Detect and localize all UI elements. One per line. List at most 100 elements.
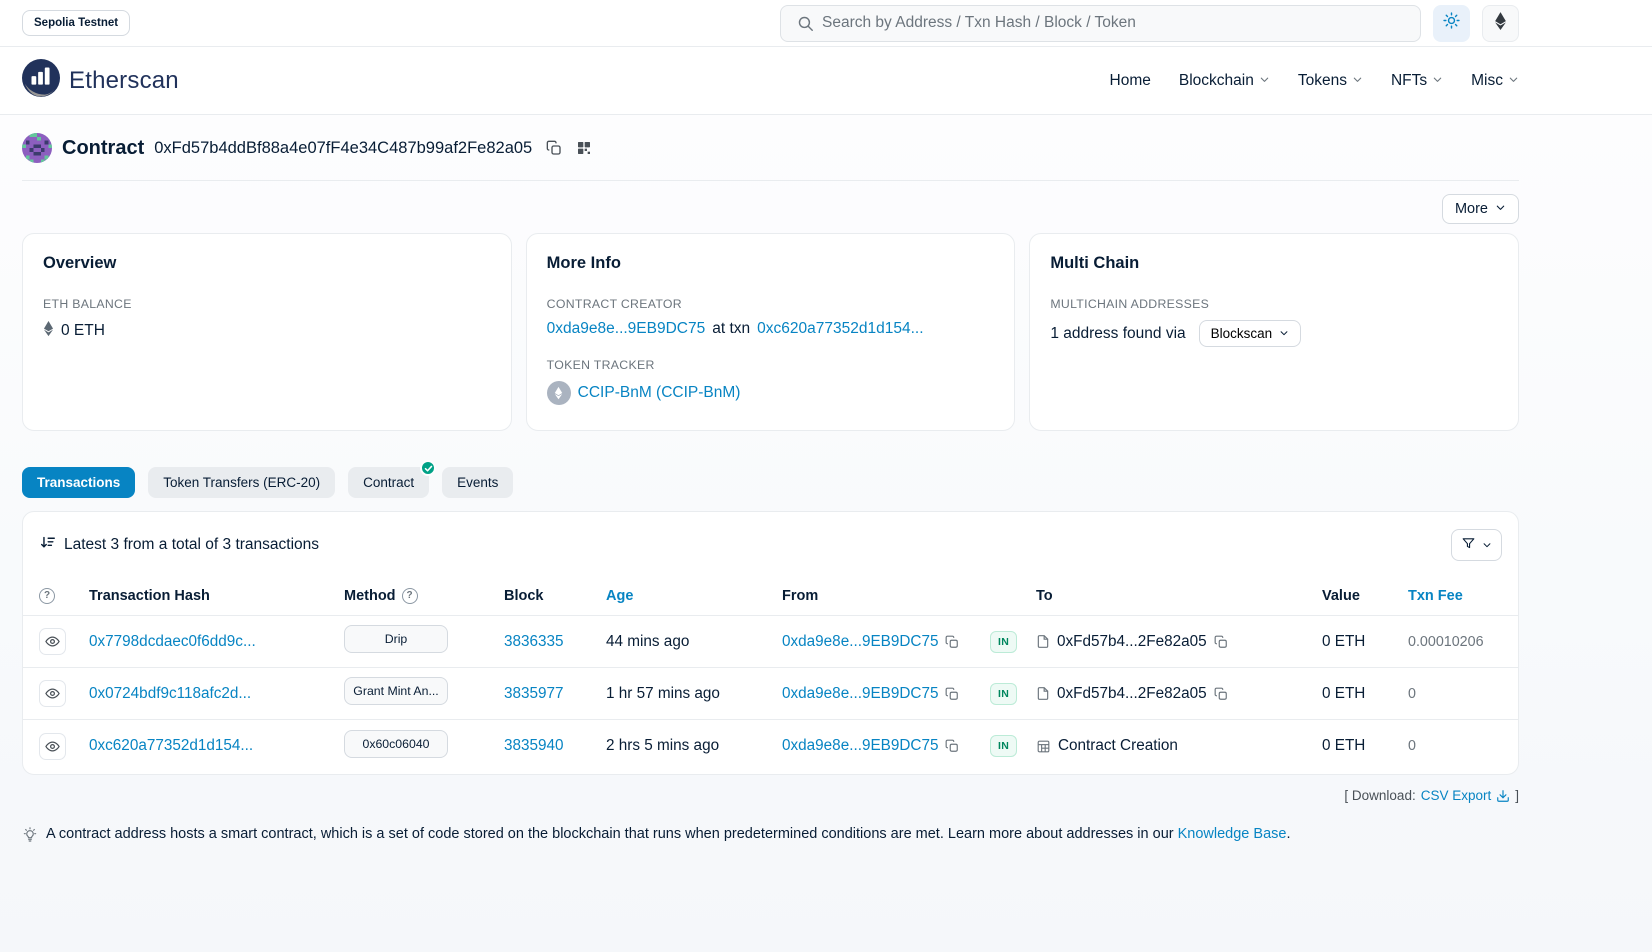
nav-blockchain[interactable]: Blockchain [1179, 72, 1270, 90]
download-icon[interactable] [1496, 789, 1510, 803]
creation-txn-link[interactable]: 0xc620a77352d1d154... [757, 320, 923, 338]
at-txn-text: at txn [712, 320, 750, 338]
download-suffix: ] [1515, 788, 1519, 803]
lightbulb-icon [22, 827, 38, 843]
col-method: Method [344, 588, 396, 604]
chevron-down-icon [1432, 72, 1443, 90]
tab-bar: Transactions Token Transfers (ERC-20) Co… [22, 467, 1519, 498]
col-age-sort[interactable]: Age [606, 588, 782, 604]
tab-contract[interactable]: Contract [348, 467, 429, 498]
knowledge-base-link[interactable]: Knowledge Base [1178, 826, 1287, 842]
txn-hash-link[interactable]: 0xc620a77352d1d154... [89, 737, 253, 754]
preview-eye-button[interactable] [39, 733, 66, 760]
preview-eye-button[interactable] [39, 628, 66, 655]
from-address-link[interactable]: 0xda9e8e...9EB9DC75 [782, 685, 938, 703]
page-content: Contract 0xFd57b4ddBf88a4e07fF4e34C487b9… [0, 115, 1652, 952]
contract-identicon [22, 133, 52, 163]
token-tracker-label: TOKEN TRACKER [547, 358, 995, 372]
col-transaction-hash: Transaction Hash [89, 588, 344, 604]
txn-hash-link[interactable]: 0x0724bdf9c118afc2d... [89, 685, 251, 702]
direction-badge: IN [990, 631, 1017, 653]
tab-events[interactable]: Events [442, 467, 513, 498]
preview-eye-button[interactable] [39, 680, 66, 707]
block-link[interactable]: 3836335 [504, 633, 564, 650]
help-icon[interactable]: ? [402, 588, 418, 604]
ethereum-icon [1494, 11, 1507, 36]
help-icon[interactable]: ? [39, 588, 55, 604]
chevron-down-icon [1495, 201, 1506, 217]
chevron-down-icon [1279, 326, 1289, 341]
more-button[interactable]: More [1442, 194, 1519, 224]
age-cell: 2 hrs 5 mins ago [606, 737, 782, 755]
chevron-down-icon [1259, 72, 1270, 90]
value-cell: 0 ETH [1322, 737, 1408, 755]
document-icon [1036, 686, 1050, 701]
contract-note: A contract address hosts a smart contrac… [22, 826, 1519, 843]
header-divider [22, 180, 1519, 181]
search-bar[interactable] [780, 5, 1421, 42]
copy-icon[interactable] [945, 687, 959, 701]
block-link[interactable]: 3835977 [504, 685, 564, 702]
sun-icon [1443, 12, 1460, 34]
multichain-addresses-label: MULTICHAIN ADDRESSES [1050, 297, 1498, 311]
csv-export-link[interactable]: CSV Export [1421, 788, 1492, 803]
blockscan-dropdown[interactable]: Blockscan [1199, 320, 1302, 347]
nav-tokens[interactable]: Tokens [1298, 72, 1363, 90]
age-cell: 44 mins ago [606, 633, 782, 651]
copy-icon[interactable] [945, 635, 959, 649]
value-cell: 0 ETH [1322, 685, 1408, 703]
contract-creation-icon [1036, 739, 1051, 754]
filter-button[interactable] [1451, 529, 1502, 561]
contract-header: Contract 0xFd57b4ddBf88a4e07fF4e34C487b9… [22, 115, 1519, 163]
txn-fee-cell: 0 [1408, 686, 1502, 702]
method-badge[interactable]: 0x60c06040 [344, 730, 448, 758]
copy-address-icon[interactable] [546, 140, 562, 156]
overview-card: Overview ETH BALANCE 0 ETH [22, 233, 512, 431]
transactions-panel: Latest 3 from a total of 3 transactions … [22, 511, 1519, 775]
theme-toggle-button[interactable] [1433, 5, 1470, 42]
etherscan-logo[interactable]: Etherscan [22, 59, 179, 102]
creator-address-link[interactable]: 0xda9e8e...9EB9DC75 [547, 320, 706, 338]
overview-title: Overview [43, 254, 491, 273]
block-link[interactable]: 3835940 [504, 737, 564, 754]
tab-token-transfers[interactable]: Token Transfers (ERC-20) [148, 467, 335, 498]
txn-hash-link[interactable]: 0x7798dcdaec0f6dd9c... [89, 633, 256, 650]
etherscan-logo-icon [22, 59, 60, 102]
from-address-link[interactable]: 0xda9e8e...9EB9DC75 [782, 633, 938, 651]
network-selector-button[interactable]: Sepolia Testnet [22, 10, 130, 36]
copy-icon[interactable] [945, 739, 959, 753]
download-prefix: [ Download: [1344, 788, 1415, 803]
value-cell: 0 ETH [1322, 633, 1408, 651]
chevron-down-icon [1508, 72, 1519, 90]
note-suffix: . [1286, 826, 1290, 842]
main-header: Etherscan Home Blockchain Tokens NFTs Mi… [0, 47, 1652, 115]
col-block: Block [504, 588, 606, 604]
table-row: 0x0724bdf9c118afc2d... Grant Mint An... … [23, 668, 1518, 720]
direction-badge: IN [990, 735, 1017, 757]
method-badge[interactable]: Grant Mint An... [344, 677, 448, 705]
table-row: 0xc620a77352d1d154... 0x60c06040 3835940… [23, 720, 1518, 772]
note-text: A contract address hosts a smart contrac… [46, 826, 1174, 842]
age-cell: 1 hr 57 mins ago [606, 685, 782, 703]
nav-home[interactable]: Home [1110, 72, 1151, 90]
page-title: Contract [62, 137, 144, 160]
token-tracker-link[interactable]: CCIP-BnM (CCIP-BnM) [578, 384, 741, 402]
copy-icon[interactable] [1214, 687, 1228, 701]
nav-misc[interactable]: Misc [1471, 72, 1519, 90]
contract-address: 0xFd57b4ddBf88a4e07fF4e34C487b99af2Fe82a… [154, 139, 532, 158]
search-input[interactable] [822, 14, 1408, 32]
nav-nfts[interactable]: NFTs [1391, 72, 1443, 90]
tab-transactions[interactable]: Transactions [22, 467, 135, 498]
more-info-title: More Info [547, 254, 995, 273]
top-bar: Sepolia Testnet [0, 0, 1652, 47]
copy-icon[interactable] [1214, 635, 1228, 649]
network-menu-button[interactable] [1482, 5, 1519, 42]
qr-code-icon[interactable] [576, 140, 592, 156]
multichain-title: Multi Chain [1050, 254, 1498, 273]
transactions-summary: Latest 3 from a total of 3 transactions [64, 536, 319, 554]
from-address-link[interactable]: 0xda9e8e...9EB9DC75 [782, 737, 938, 755]
col-txn-fee-sort[interactable]: Txn Fee [1408, 588, 1502, 604]
method-badge[interactable]: Drip [344, 625, 448, 653]
sort-icon [39, 534, 56, 556]
token-icon [547, 381, 571, 405]
